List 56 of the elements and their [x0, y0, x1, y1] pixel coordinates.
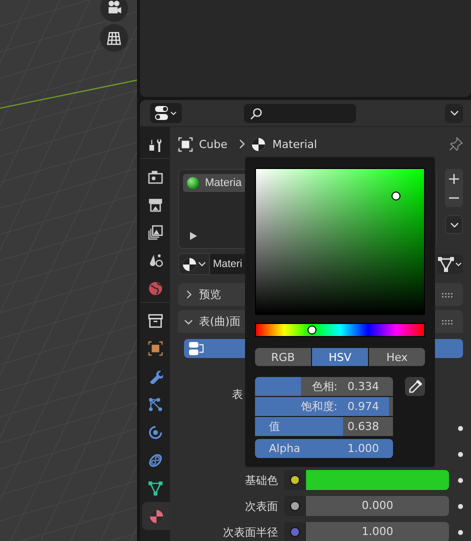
plus-icon — [449, 174, 459, 184]
eyedropper-button[interactable] — [405, 377, 425, 396]
dropdown-button[interactable] — [445, 104, 463, 122]
chevron-down-icon — [450, 110, 458, 116]
chevron-down-icon — [184, 318, 193, 324]
vertex-triangle-icon — [437, 256, 463, 272]
picker-cursor[interactable] — [392, 192, 401, 201]
value-slider[interactable]: Alpha 1.000 — [255, 439, 393, 458]
color-swatch[interactable] — [306, 470, 449, 490]
value-slider[interactable]: 色相: 0.334 — [255, 377, 393, 396]
search-field[interactable] — [244, 104, 356, 122]
search-icon — [250, 106, 263, 120]
pin-icon[interactable] — [449, 137, 463, 151]
breadcrumb-label: Cube — [199, 138, 228, 150]
eyedropper-icon — [408, 379, 422, 394]
mode-tab[interactable]: Hex — [369, 348, 425, 366]
mode-tab[interactable]: HSV — [312, 348, 368, 366]
mesh-data-button[interactable] — [437, 254, 463, 274]
socket-button[interactable] — [284, 496, 306, 516]
hue-slider[interactable] — [255, 323, 425, 337]
grid-icon[interactable] — [100, 24, 128, 52]
mode-tab[interactable]: RGB — [255, 348, 311, 366]
keyframe-dot[interactable] — [458, 452, 462, 456]
toggle-icon — [154, 105, 178, 121]
camera-icon[interactable] — [100, 0, 128, 22]
keyframe-dot[interactable] — [458, 426, 462, 430]
material-browse-button[interactable] — [178, 253, 210, 275]
value-slider[interactable]: 值 0.638 — [255, 417, 393, 436]
material-sphere-icon — [182, 256, 197, 272]
socket-button[interactable] — [284, 470, 306, 490]
material-ball-icon — [187, 177, 199, 189]
value-slider[interactable]: 饱和度: 0.974 — [255, 397, 393, 416]
number-field[interactable]: 0.000 — [306, 496, 449, 516]
panel-header[interactable]: 预览 — [178, 283, 463, 306]
saturation-value-square[interactable] — [255, 168, 425, 316]
keyframe-dot[interactable] — [458, 504, 462, 508]
number-field[interactable]: 1.000 — [306, 522, 449, 541]
node-tree-icon — [188, 341, 205, 356]
chevron-down-icon — [198, 261, 206, 267]
chevron-down-icon — [450, 222, 458, 228]
property-label: 次表面半径 — [223, 524, 279, 540]
property-label: 次表面 — [245, 498, 279, 514]
slider-thumb[interactable] — [308, 325, 317, 334]
property-label: 表 — [231, 386, 243, 402]
keyframe-dot[interactable] — [458, 530, 462, 534]
panel-header[interactable]: 表(曲)面 — [178, 310, 463, 333]
chevron-right-icon — [239, 139, 246, 149]
framed-square-icon — [178, 136, 193, 152]
dropdown-button[interactable] — [445, 215, 463, 234]
material-sphere-icon — [251, 136, 266, 152]
chevron-right-icon — [184, 290, 193, 299]
editor-type-button[interactable] — [150, 103, 182, 123]
keyframe-dot[interactable] — [458, 478, 462, 482]
property-label: 基础色 — [245, 472, 279, 488]
breadcrumb-label: Material — [272, 138, 318, 150]
expand-icon[interactable] — [189, 232, 197, 240]
